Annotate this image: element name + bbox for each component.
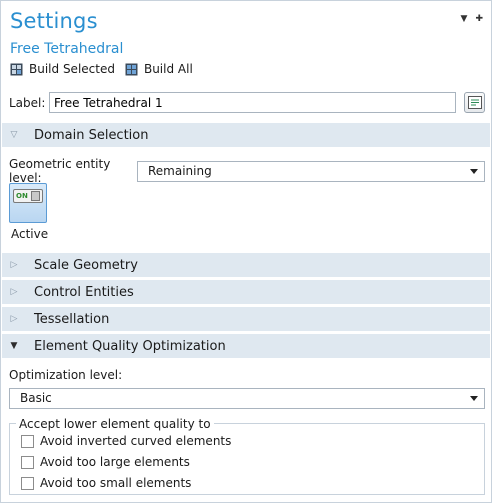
section-title: Domain Selection [34,127,149,143]
collapse-arrow-icon: ▽ [10,130,18,140]
avoid-too-large-checkbox[interactable] [21,455,34,469]
active-toggle-button[interactable]: ON [9,183,47,223]
expand-arrow-icon: ▷ [10,287,18,297]
toolbar: Build Selected Build All [10,62,193,76]
build-selected-icon [10,63,23,75]
section-scale-geometry[interactable]: ▷ Scale Geometry [2,253,490,277]
label-options-button[interactable] [464,92,485,113]
node-subtitle: Free Tetrahedral [10,41,124,57]
label-caption: Label: [9,95,46,110]
section-tessellation[interactable]: ▷ Tessellation [2,307,490,331]
section-title: Control Entities [34,284,134,300]
label-input[interactable] [49,92,456,113]
accept-lower-quality-group: Accept lower element quality to Avoid in… [9,417,485,495]
build-selected-button[interactable]: Build Selected [10,62,115,76]
build-all-icon [125,63,138,75]
checkbox-label: Avoid too small elements [40,476,192,490]
avoid-too-small-checkbox[interactable] [21,476,34,490]
avoid-inverted-checkbox-row[interactable]: Avoid inverted curved elements [21,434,231,448]
on-toggle-icon: ON [13,189,43,203]
entity-level-value: Remaining [148,163,212,178]
checkbox-label: Avoid inverted curved elements [40,434,232,448]
optimization-level-label: Optimization level: [9,368,123,382]
page-title: Settings [10,9,98,33]
chevron-down-icon [470,396,478,401]
build-all-label: Build All [143,62,193,76]
build-selected-label: Build Selected [29,62,115,76]
section-element-quality[interactable]: ▼ Element Quality Optimization [2,334,490,358]
avoid-inverted-checkbox[interactable] [21,434,34,448]
section-title: Element Quality Optimization [34,338,226,354]
group-title: Accept lower element quality to [16,417,214,431]
checkbox-label: Avoid too large elements [40,455,190,469]
window-controls: ▼ ✚ [461,15,483,24]
expand-arrow-icon: ▷ [10,260,18,270]
pin-icon[interactable]: ✚ [475,15,483,24]
settings-panel: Settings ▼ ✚ Free Tetrahedral Build Sele… [0,0,492,503]
avoid-too-small-checkbox-row[interactable]: Avoid too small elements [21,476,191,490]
section-title: Tessellation [34,311,110,327]
entity-level-label: Geometric entity level: [9,157,111,185]
entity-level-select[interactable]: Remaining [137,160,485,182]
section-title: Scale Geometry [34,257,138,273]
chevron-down-icon [470,168,478,174]
optimization-level-select[interactable]: Basic [9,388,485,409]
optimization-level-value: Basic [20,391,52,405]
entity-level-row: Geometric entity level: Remaining [9,157,485,185]
toggle-on-text: ON [16,192,28,200]
build-all-button[interactable]: Build All [125,62,193,76]
label-edit-icon [467,96,482,109]
label-row: Label: [9,92,485,113]
toggle-knob [31,191,40,201]
active-label: Active [11,227,49,241]
expand-arrow-icon: ▷ [10,314,18,324]
collapse-arrow-icon: ▼ [10,341,18,351]
avoid-too-large-checkbox-row[interactable]: Avoid too large elements [21,455,190,469]
section-domain-selection[interactable]: ▽ Domain Selection [2,123,490,147]
dropdown-menu-icon[interactable]: ▼ [461,15,468,24]
section-control-entities[interactable]: ▷ Control Entities [2,280,490,304]
